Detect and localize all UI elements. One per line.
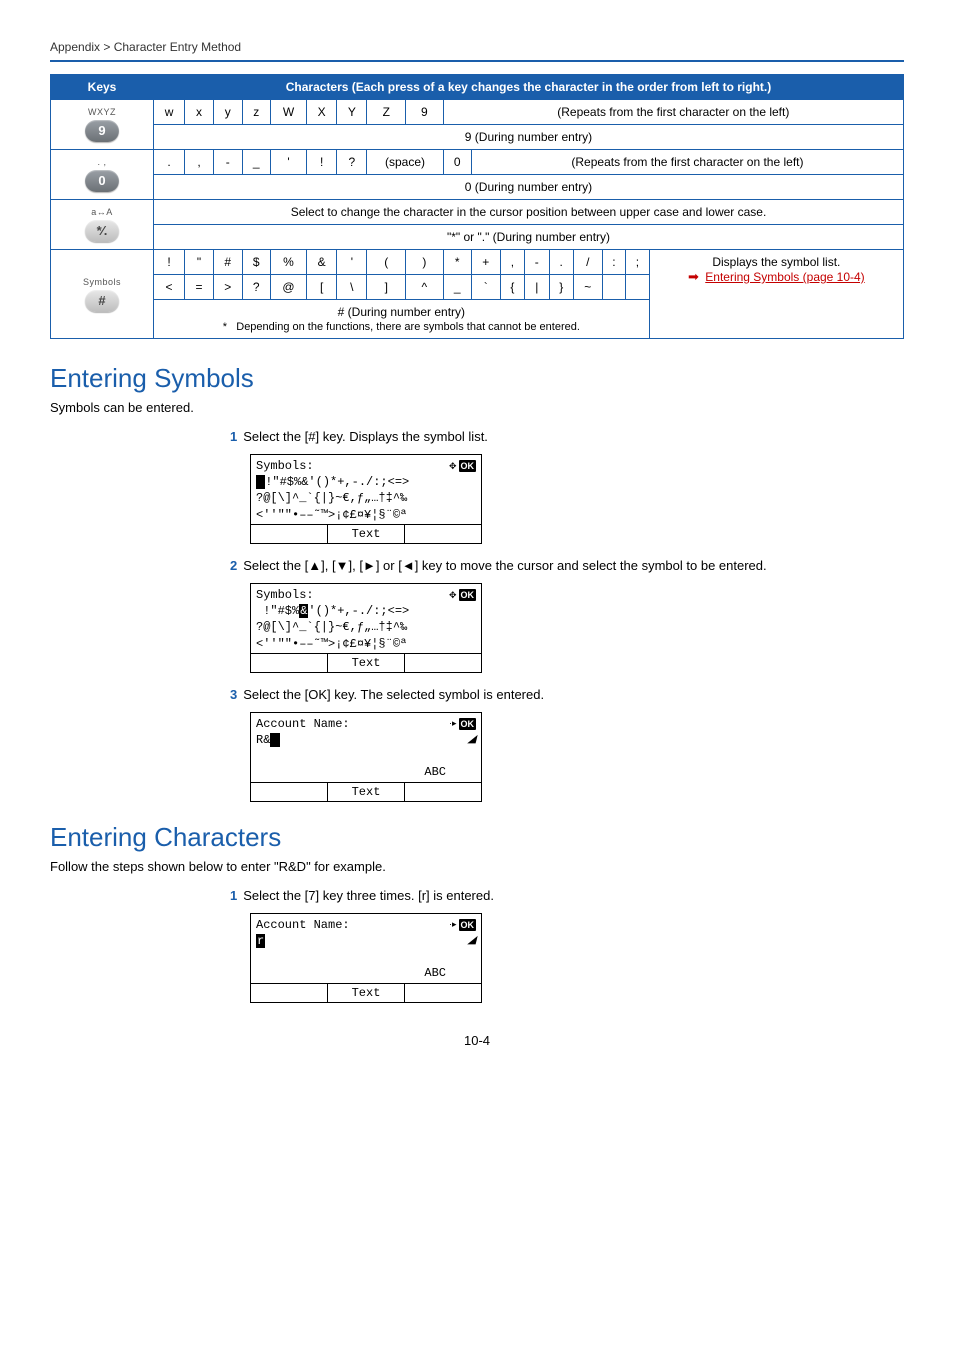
dpad-ok-icon: ✥OK	[449, 460, 476, 472]
heading-entering-characters: Entering Characters	[50, 822, 904, 853]
key-9: WXYZ 9	[51, 100, 154, 150]
symbols-desc: Symbols can be entered.	[50, 400, 904, 415]
key-hash: Symbols #	[51, 250, 154, 339]
lcd-symbols-2: Symbols: ✥OK !"#$%&'()*+,-./:;<=> ?@[\]^…	[250, 583, 482, 673]
hash-number-note: # (During number entry) * Depending on t…	[154, 300, 650, 339]
repeat-note-9: (Repeats from the first character on the…	[443, 100, 903, 125]
case-note: Select to change the character in the cu…	[154, 200, 904, 225]
lcd-account-1: Account Name: ·▸OK R& ◢ ABC Text	[250, 712, 482, 802]
chars-desc: Follow the steps shown below to enter "R…	[50, 859, 904, 874]
number-note-9: 9 (During number entry)	[154, 125, 904, 150]
entering-symbols-link[interactable]: Entering Symbols (page 10-4)	[705, 270, 864, 284]
heading-entering-symbols: Entering Symbols	[50, 363, 904, 394]
step-3: 3Select the [OK] key. The selected symbo…	[230, 687, 904, 702]
keycap-0: 0	[85, 170, 119, 192]
right-ok-icon: ·▸OK	[449, 919, 476, 931]
step-2: 2Select the [▲], [▼], [►] or [◄] key to …	[230, 558, 904, 573]
key-star: a↔A *⁄.	[51, 200, 154, 250]
symbol-link-cell: Displays the symbol list. ➡ Entering Sym…	[649, 250, 903, 339]
lcd-account-2: Account Name: ·▸OK r ◢ ABC Text	[250, 913, 482, 1003]
col-chars: Characters (Each press of a key changes …	[154, 75, 904, 100]
keycap-9: 9	[85, 120, 119, 142]
keys-table: Keys Characters (Each press of a key cha…	[50, 74, 904, 339]
divider	[50, 60, 904, 62]
step-1: 1Select the [#] key. Displays the symbol…	[230, 429, 904, 444]
page-number: 10-4	[50, 1033, 904, 1048]
number-note-0: 0 (During number entry)	[154, 175, 904, 200]
step-c1: 1Select the [7] key three times. [r] is …	[230, 888, 904, 903]
star-number-note: "*" or "." (During number entry)	[154, 225, 904, 250]
key-0: . , 0	[51, 150, 154, 200]
lcd-symbols-1: Symbols: ✥OK !"#$%&'()*+,-./:;<=> ?@[\]^…	[250, 454, 482, 544]
dpad-ok-icon: ✥OK	[449, 589, 476, 601]
breadcrumb: Appendix > Character Entry Method	[50, 40, 904, 54]
keycap-hash: #	[85, 290, 119, 312]
keycap-star: *⁄.	[85, 220, 119, 242]
pointer-icon: ➡	[688, 269, 699, 284]
repeat-note-0: (Repeats from the first character on the…	[471, 150, 903, 175]
right-ok-icon: ·▸OK	[449, 718, 476, 730]
col-keys: Keys	[51, 75, 154, 100]
